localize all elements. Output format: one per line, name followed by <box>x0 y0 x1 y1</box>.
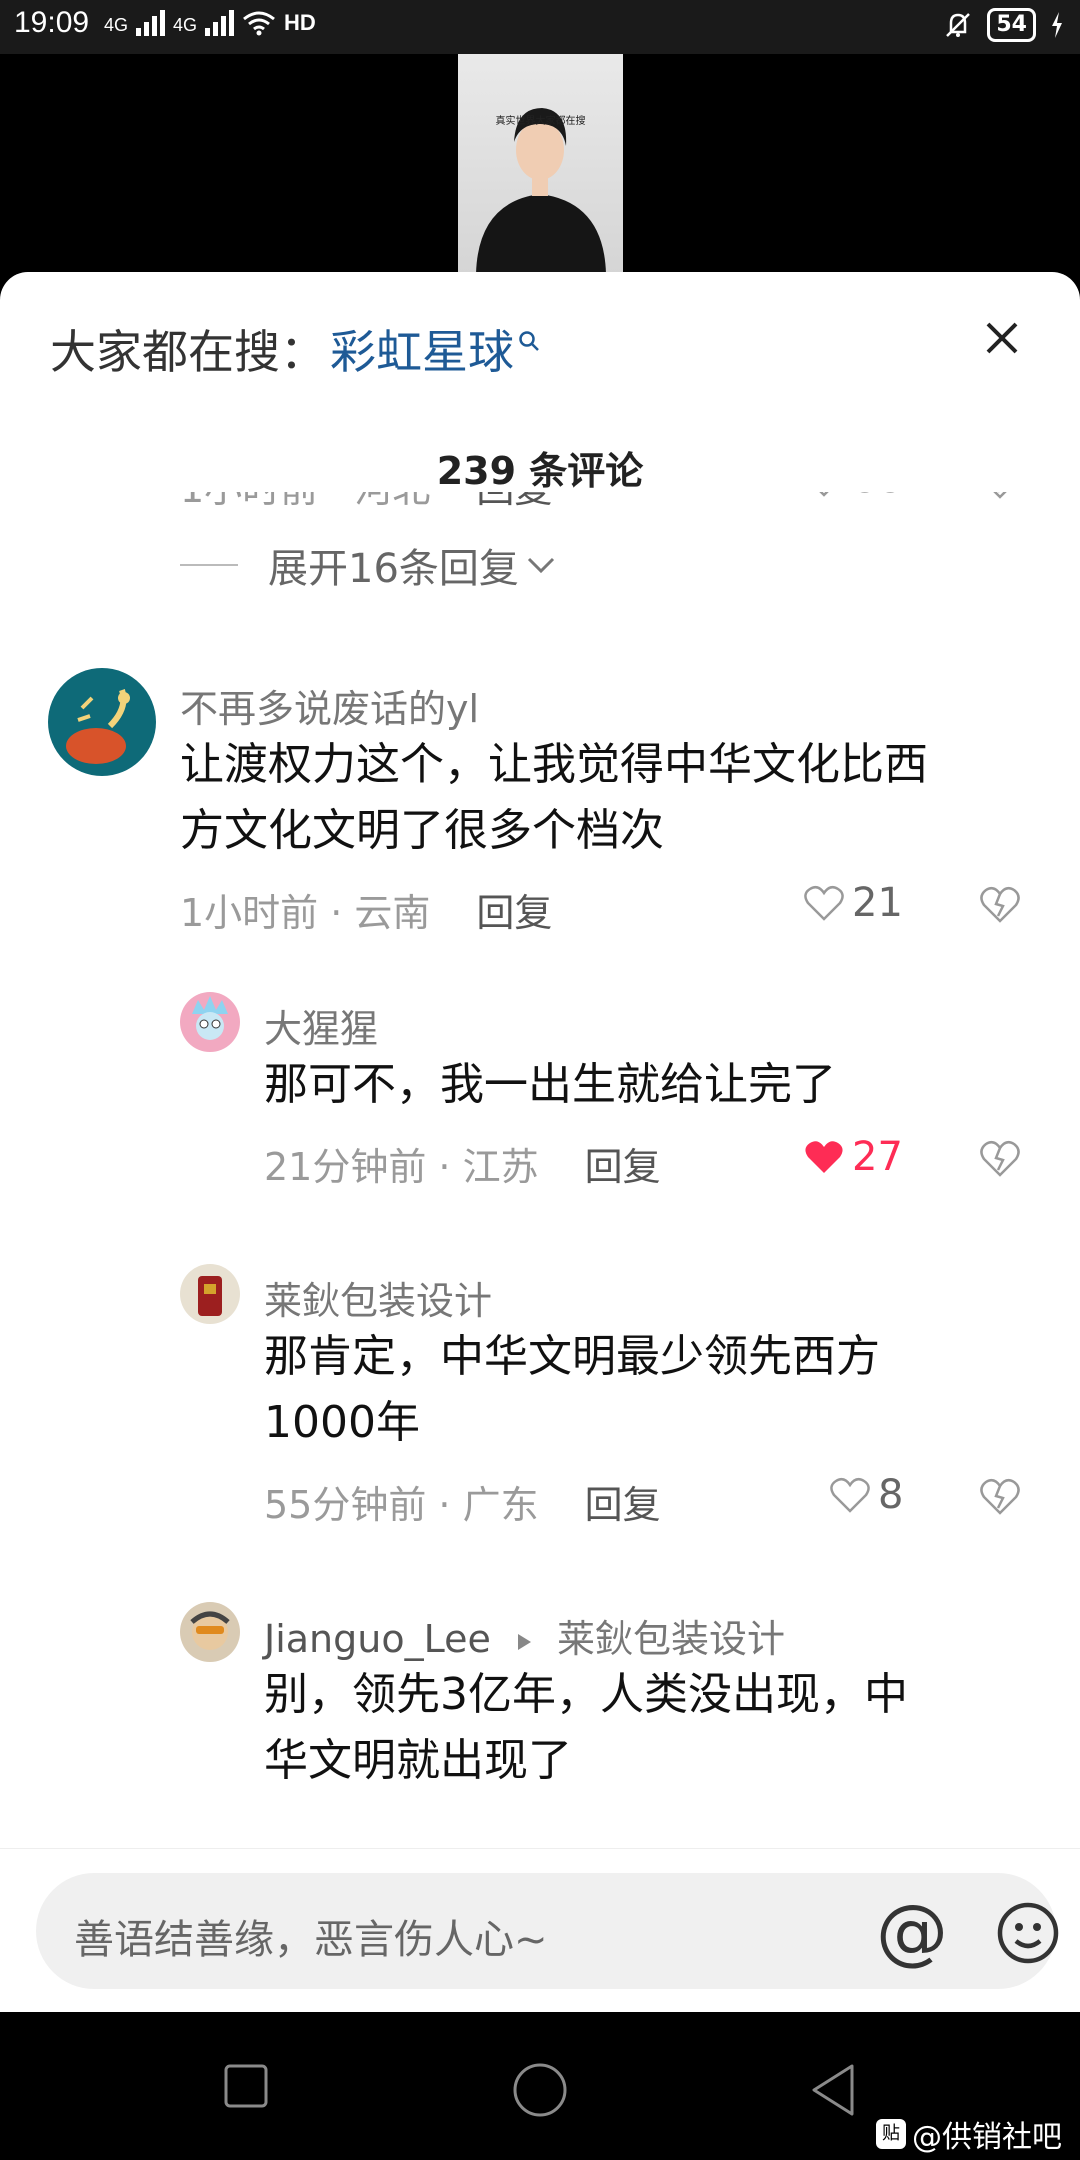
heart-icon <box>830 1477 870 1513</box>
avatar[interactable] <box>48 668 156 776</box>
reply-text: 那可不，我一出生就给让完了 <box>264 1059 836 1110</box>
comment-count: 239 条评论 <box>436 449 644 493</box>
signal-icon-2 <box>205 10 235 36</box>
search-icon <box>519 331 539 351</box>
heart-icon <box>804 885 844 921</box>
comment-meta: 1小时前 · 云南 回复 <box>180 882 552 937</box>
reply-username-row: Jianguo_Lee 莱鈥包装设计 <box>264 1608 785 1663</box>
signal-indicators: 4G 4G HD <box>104 10 316 36</box>
comment-list[interactable]: 1小时前 · 河北回复 88 展开16条回复 不再多说废话的yl 让渡权力这个，… <box>0 492 1080 1822</box>
reply-username[interactable]: Jianguo_Lee <box>264 1617 491 1661</box>
reply-button[interactable]: 回复 <box>476 891 552 935</box>
avatar-image <box>192 996 228 1040</box>
hd-badge: HD <box>284 10 316 35</box>
comment-text-line: 方文化文明了很多个档次 <box>180 805 664 856</box>
play-right-icon <box>517 1633 531 1650</box>
reply-button[interactable]: 回复 <box>585 1145 661 1189</box>
reply-meta: 55分钟前 · 广东 回复 <box>264 1474 661 1529</box>
reply-time: 55分钟前 · 广东 <box>264 1483 539 1527</box>
reply-time: 21分钟前 · 江苏 <box>264 1145 539 1189</box>
trending-prefix: 大家都在搜： <box>50 325 326 379</box>
status-time: 19:09 <box>14 6 90 39</box>
wifi-icon <box>243 11 275 36</box>
back-icon[interactable] <box>808 2062 858 2118</box>
signal-icon <box>136 10 166 36</box>
expand-replies-button[interactable]: 展开16条回复 <box>180 536 557 594</box>
heart-filled-icon <box>805 1141 843 1173</box>
network-type-2: 4G <box>173 15 198 35</box>
dislike-icon[interactable] <box>978 1476 1022 1516</box>
reply-text-line: 华文明就出现了 <box>264 1735 572 1786</box>
watermark: 贴 @供销社吧 <box>876 2112 1062 2156</box>
battery-level: 54 <box>987 8 1036 42</box>
comment-text-line: 让渡权力这个，让我觉得中华文化比西 <box>180 739 928 790</box>
reply-text-line: 1000年 <box>264 1397 420 1448</box>
watermark-icon: 贴 <box>876 2119 906 2149</box>
reply-button[interactable]: 回复 <box>585 1483 661 1527</box>
avatar-image <box>66 689 130 764</box>
divider-line <box>180 564 238 566</box>
comment-username[interactable]: 不再多说废话的yl <box>180 678 479 733</box>
network-type-1: 4G <box>104 15 129 35</box>
trending-keyword[interactable]: 彩虹星球 <box>330 316 514 382</box>
mute-bell-icon <box>946 13 971 37</box>
comment-text: 让渡权力这个，让我觉得中华文化比西 方文化文明了很多个档次 <box>180 732 928 864</box>
like-button[interactable]: 8 <box>830 1472 903 1518</box>
video-preview[interactable]: 真实世界大家都在搜 <box>0 54 1080 274</box>
reply-username[interactable]: 大猩猩 <box>264 998 378 1053</box>
reply-text-line: 那肯定，中华文明最少领先西方 <box>264 1331 880 1382</box>
dislike-icon[interactable] <box>978 492 1022 500</box>
avatar-image <box>198 1276 222 1316</box>
dislike-icon[interactable] <box>978 884 1022 924</box>
comment-input-bar: 善语结善缘，恶言伤人心~ @ <box>0 1848 1080 2013</box>
reply-meta: 21分钟前 · 江苏 回复 <box>264 1136 661 1191</box>
comment-input[interactable]: 善语结善缘，恶言伤人心~ @ <box>36 1873 1059 1989</box>
person-figure <box>476 108 606 274</box>
like-button[interactable]: 21 <box>804 880 903 926</box>
like-count: 21 <box>852 880 903 926</box>
prev-like-count: 88 <box>852 492 903 502</box>
watermark-text: @供销社吧 <box>912 2120 1062 2155</box>
reply-text: 那肯定，中华文明最少领先西方 1000年 <box>264 1324 880 1456</box>
trending-search[interactable]: 大家都在搜： 彩虹星球 <box>50 316 540 382</box>
reply-text: 别，领先3亿年，人类没出现，中 华文明就出现了 <box>264 1662 908 1794</box>
like-count: 8 <box>878 1472 904 1518</box>
reply-username[interactable]: 莱鈥包装设计 <box>264 1270 492 1325</box>
avatar[interactable] <box>180 1264 240 1324</box>
comment-time: 1小时前 · 云南 <box>180 891 431 935</box>
dislike-icon[interactable] <box>978 1138 1022 1178</box>
video-caption: 真实世界大家都在搜 <box>495 116 586 127</box>
avatar-image <box>190 1611 230 1650</box>
emoji-icon[interactable] <box>996 1901 1060 1965</box>
avatar[interactable] <box>180 992 240 1052</box>
reply-text-line: 别，领先3亿年，人类没出现，中 <box>264 1669 908 1720</box>
like-count: 27 <box>852 1134 903 1180</box>
status-bar: 19:09 4G 4G HD 54 <box>0 0 1080 54</box>
prev-comment-meta: 1小时前 · 河北 回复 <box>180 492 552 513</box>
video-thumbnail[interactable]: 真实世界大家都在搜 <box>458 54 623 274</box>
close-icon[interactable] <box>982 318 1022 358</box>
expand-replies-label: 展开16条回复 <box>268 546 519 592</box>
reply-to-username[interactable]: 莱鈥包装设计 <box>557 1617 785 1661</box>
comment-sheet: 大家都在搜： 彩虹星球 239 条评论 1小时前 · 河北回复 88 展开16条… <box>0 272 1080 2012</box>
home-icon[interactable] <box>512 2062 568 2118</box>
heart-icon <box>819 492 829 497</box>
prev-reply-button[interactable]: 回复 <box>476 492 552 511</box>
mention-button[interactable]: @ <box>876 1889 948 1973</box>
prev-comment-time: 1小时前 · 河北 <box>180 492 430 511</box>
prev-like-button[interactable]: 88 <box>804 492 903 502</box>
chevron-down-icon <box>527 557 554 574</box>
charging-icon <box>1052 12 1062 38</box>
comment-input-placeholder: 善语结善缘，恶言伤人心~ <box>74 1917 548 1963</box>
like-button[interactable]: 27 <box>804 1134 903 1180</box>
avatar[interactable] <box>180 1602 240 1662</box>
recents-icon[interactable] <box>224 2064 268 2108</box>
